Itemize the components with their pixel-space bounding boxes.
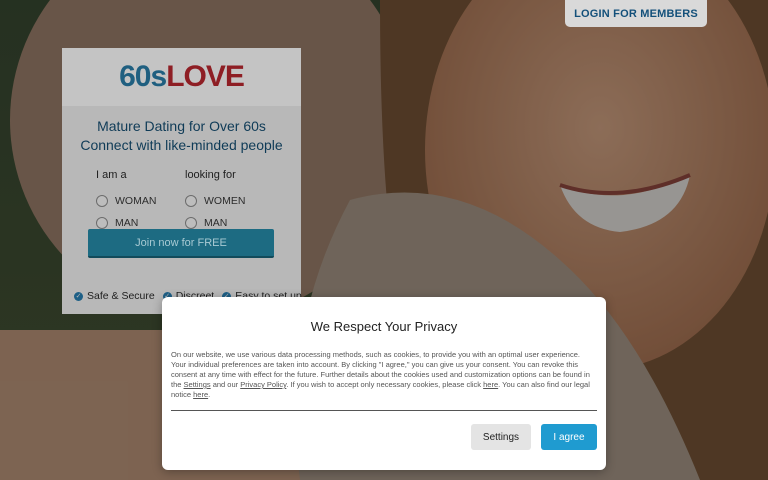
settings-button[interactable]: Settings (471, 424, 531, 450)
privacy-dialog: We Respect Your Privacy On our website, … (162, 297, 606, 470)
i-am-group: I am a WOMAN MAN (96, 169, 185, 234)
radio-icon[interactable] (96, 217, 108, 229)
privacy-policy-link[interactable]: Privacy Policy (240, 380, 286, 389)
looking-women-option[interactable]: WOMEN (185, 190, 274, 212)
looking-for-group: looking for WOMEN MAN (185, 169, 274, 234)
logo: 60sLOVE (119, 60, 245, 94)
logo-word: LOVE (166, 60, 245, 93)
join-button[interactable]: Join now for FREE (88, 229, 274, 258)
legal-notice-link[interactable]: here (193, 390, 208, 399)
option-label: MAN (204, 217, 228, 229)
divider (171, 410, 597, 411)
option-label: MAN (115, 217, 139, 229)
option-label: WOMEN (204, 195, 246, 207)
privacy-text-part: . If you wish to accept only necessary c… (286, 380, 484, 389)
privacy-text-part: and our (210, 380, 241, 389)
radio-icon[interactable] (96, 195, 108, 207)
agree-button[interactable]: I agree (541, 424, 597, 450)
tagline-line-2: Connect with like-minded people (80, 137, 283, 153)
radio-icon[interactable] (185, 195, 197, 207)
gender-selector: I am a WOMAN MAN looking for WOMEN MAN (96, 169, 301, 234)
option-label: WOMAN (115, 195, 157, 207)
settings-link[interactable]: Settings (184, 380, 211, 389)
tagline-line-1: Mature Dating for Over 60s (97, 118, 266, 134)
privacy-title: We Respect Your Privacy (310, 319, 458, 334)
check-icon: ✓ (74, 291, 83, 301)
i-am-woman-option[interactable]: WOMAN (96, 190, 185, 212)
radio-icon[interactable] (185, 217, 197, 229)
privacy-text: On our website, we use various data proc… (171, 350, 597, 400)
signup-card: 60sLOVE Mature Dating for Over 60s Conne… (62, 48, 302, 314)
feature-label: Safe & Secure (87, 290, 155, 302)
necessary-cookies-link[interactable]: here (483, 380, 498, 389)
looking-for-label: looking for (185, 169, 236, 181)
tagline: Mature Dating for Over 60s Connect with … (62, 117, 301, 155)
login-members-button[interactable]: LOGIN FOR MEMBERS (565, 0, 707, 27)
logo-number: 60s (119, 60, 167, 93)
feature-item: ✓ Safe & Secure (74, 290, 155, 302)
privacy-text-part: . (208, 390, 211, 399)
i-am-label: I am a (96, 169, 127, 181)
logo-area: 60sLOVE (62, 48, 301, 106)
